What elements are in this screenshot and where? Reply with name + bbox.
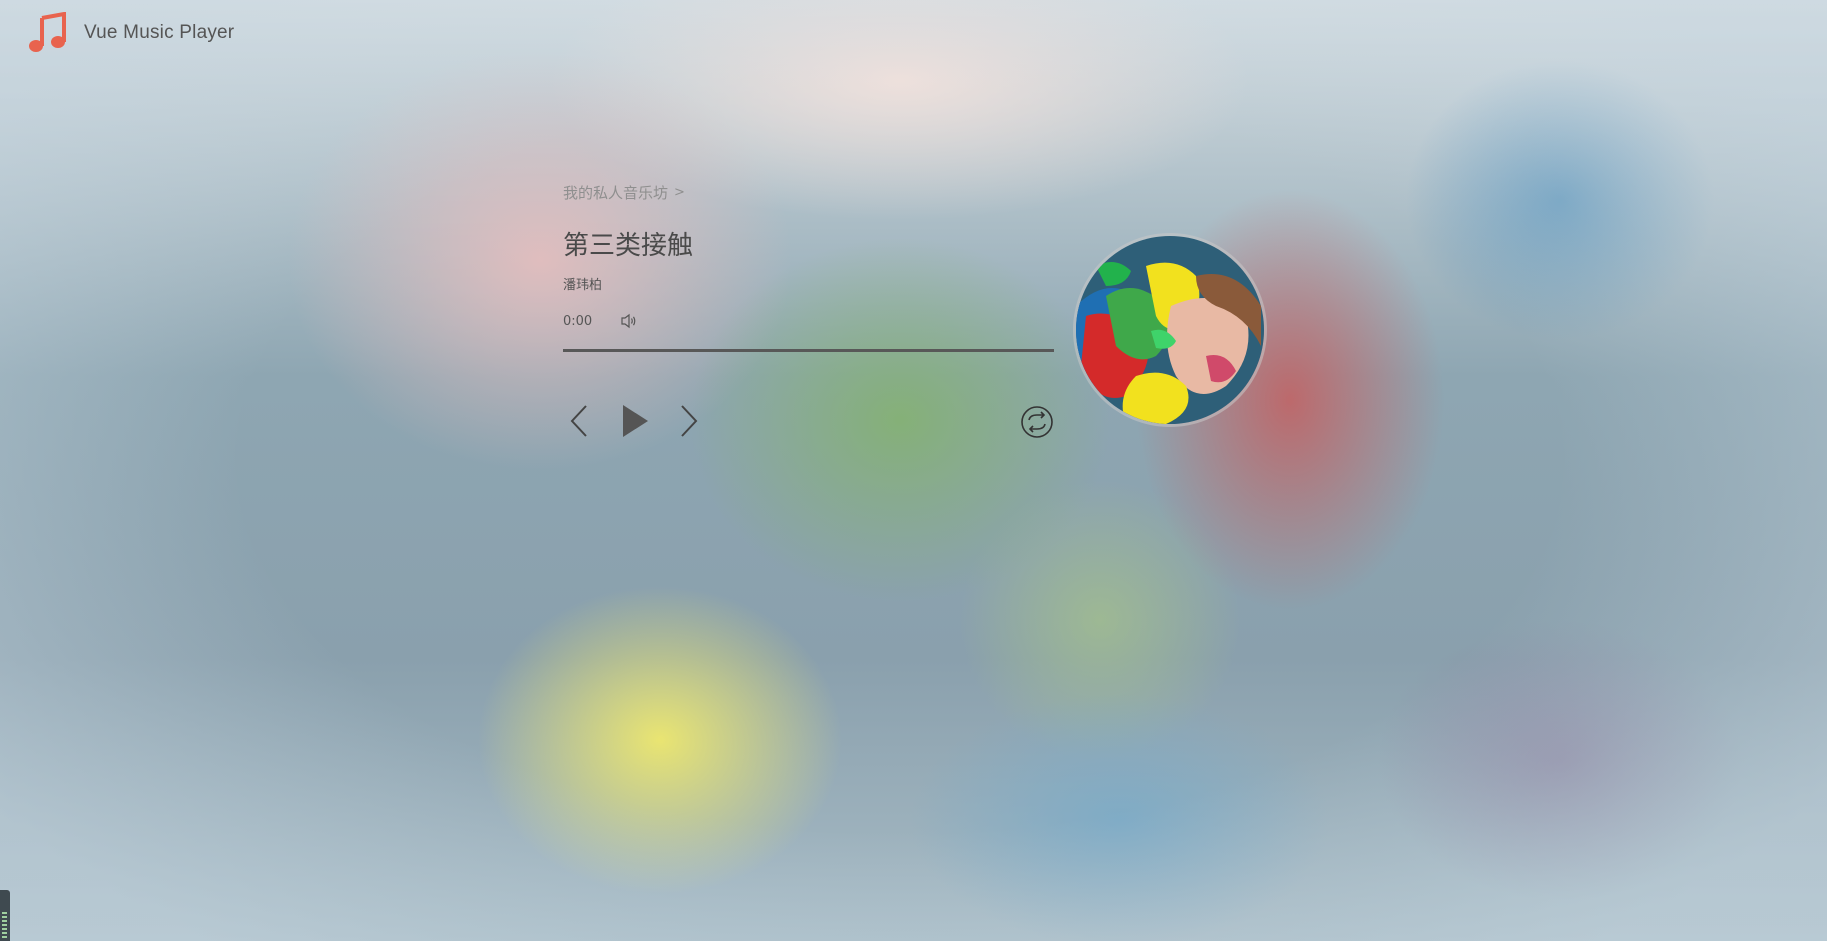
breadcrumb-label[interactable]: 我的私人音乐坊 (563, 182, 668, 203)
level-meter (2, 912, 7, 940)
volume-icon[interactable] (620, 313, 638, 329)
playback-controls (563, 392, 1054, 442)
loop-icon[interactable] (1020, 405, 1054, 439)
chevron-left-icon[interactable] (569, 404, 589, 438)
album-cover-art (1076, 236, 1264, 424)
app-title: Vue Music Player (84, 22, 235, 43)
blurred-background (0, 0, 1827, 941)
breadcrumb[interactable]: 我的私人音乐坊 > (563, 182, 1263, 203)
play-icon[interactable] (621, 404, 649, 438)
current-time: 0:00 (563, 313, 593, 329)
bottom-edge-widget[interactable] (0, 890, 10, 941)
breadcrumb-arrow: > (674, 185, 685, 200)
chevron-right-icon[interactable] (679, 404, 699, 438)
app-header: Vue Music Player (26, 12, 234, 54)
progress-bar[interactable] (563, 349, 1054, 352)
music-note-icon (29, 12, 66, 52)
